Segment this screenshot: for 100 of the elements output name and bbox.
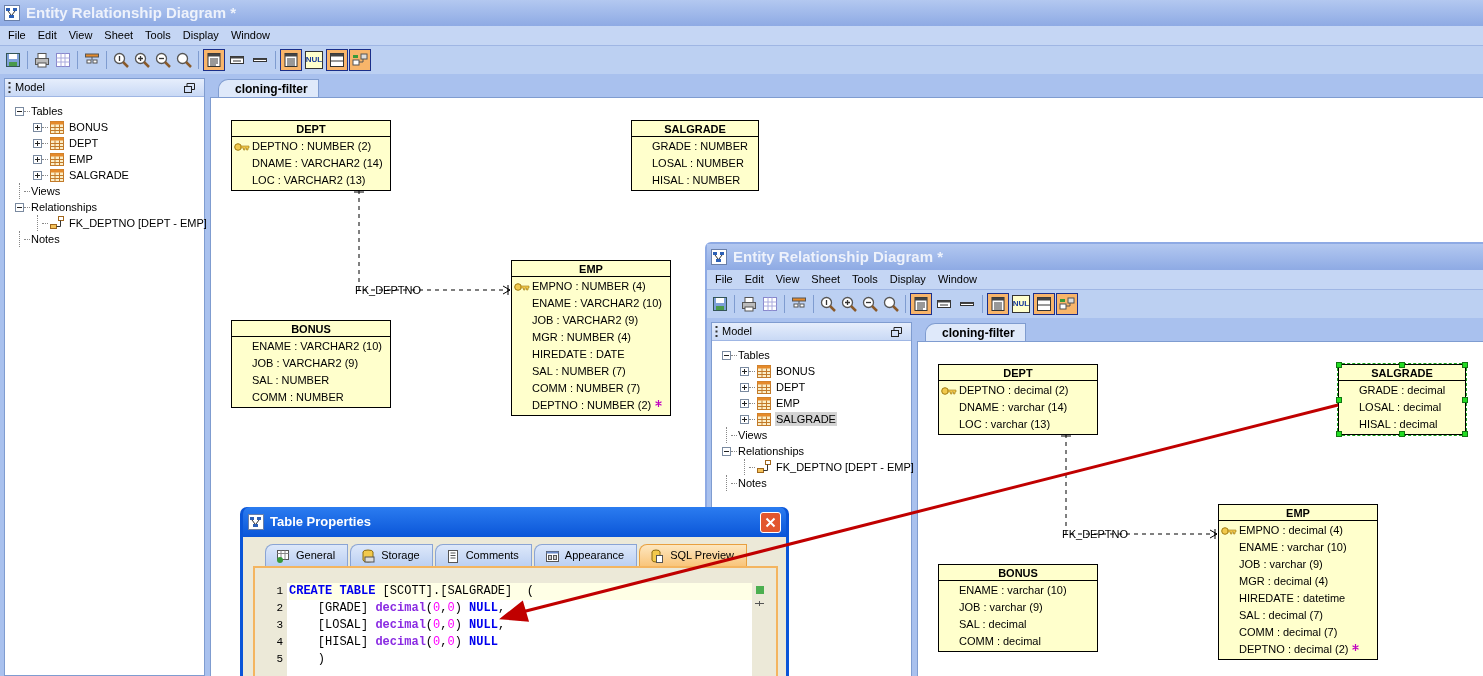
- grid-icon[interactable]: [53, 50, 73, 70]
- save-icon[interactable]: [710, 294, 730, 314]
- grip-icon[interactable]: [8, 82, 11, 93]
- tree-item[interactable]: Notes: [30, 232, 61, 246]
- tree-item[interactable]: EMP: [68, 152, 94, 166]
- menu-item[interactable]: Display: [176, 27, 225, 44]
- dialog-tab[interactable]: SQL Preview: [639, 544, 747, 566]
- tree-item[interactable]: Tables: [30, 104, 64, 118]
- menu-item[interactable]: Sheet: [98, 27, 140, 44]
- relationship-line[interactable]: [353, 189, 511, 296]
- relationship-line[interactable]: [1060, 433, 1218, 540]
- resize-handle[interactable]: [1399, 431, 1405, 437]
- menu-item[interactable]: Window: [224, 27, 276, 44]
- entity-table[interactable]: SALGRADE GRADE : decimal LOSAL : decimal HISAL : decimal: [1338, 364, 1466, 435]
- split-icon[interactable]: [755, 601, 764, 606]
- entity-table[interactable]: BONUS ENAME : varchar (10) JOB : varchar (9) SAL : decimal COMM : decimal: [938, 564, 1098, 652]
- tree-item[interactable]: Views: [30, 184, 62, 198]
- menu-item[interactable]: Window: [931, 271, 983, 288]
- collapse-icon[interactable]: [722, 446, 731, 456]
- collapse-icon[interactable]: [722, 350, 731, 360]
- expand-icon[interactable]: [33, 138, 42, 148]
- tree-item[interactable]: DEPT: [775, 380, 807, 394]
- tree-item[interactable]: Notes: [737, 476, 768, 490]
- tree-item[interactable]: Views: [737, 428, 769, 442]
- zoom-actual-icon[interactable]: [111, 50, 131, 70]
- resize-handle[interactable]: [1462, 362, 1468, 368]
- display-toggle[interactable]: [280, 49, 302, 71]
- resize-handle[interactable]: [1336, 431, 1342, 437]
- resize-handle[interactable]: [1336, 362, 1342, 368]
- save-icon[interactable]: [3, 50, 23, 70]
- tree-item[interactable]: SALGRADE: [775, 412, 837, 426]
- menu-item[interactable]: View: [769, 271, 806, 288]
- restore-icon[interactable]: [891, 326, 902, 337]
- collapse-icon[interactable]: [15, 106, 24, 116]
- display-toggle[interactable]: [326, 49, 348, 71]
- zoom-fit-icon[interactable]: [174, 50, 194, 70]
- tree-item[interactable]: DEPT: [68, 136, 100, 150]
- menu-item[interactable]: Edit: [738, 271, 770, 288]
- menu-item[interactable]: Tools: [139, 27, 177, 44]
- expand-icon[interactable]: [740, 398, 749, 408]
- tree-item[interactable]: FK_DEPTNO [DEPT - EMP]: [775, 460, 915, 474]
- sheet-tab[interactable]: cloning-filter: [218, 79, 319, 97]
- resize-handle[interactable]: [1462, 396, 1468, 403]
- null-display-toggle[interactable]: NUL: [303, 49, 325, 71]
- display-toggle[interactable]: [1056, 293, 1078, 315]
- entity-table[interactable]: DEPT DEPTNO : decimal (2) DNAME : varchar (14) LOC : varchar (13): [938, 364, 1098, 435]
- entity-table[interactable]: EMP EMPNO : NUMBER (4) ENAME : VARCHAR2 (10) JOB : VARCHAR2 (9) MGR : NUMBER (4) HIREDATE : DATE SAL : NUMBER (7) COMM : NUMBER (7) DEPTNO : NUMBER (2): [511, 260, 671, 416]
- tree-item[interactable]: Relationships: [737, 444, 806, 458]
- zoom-actual-icon[interactable]: [818, 294, 838, 314]
- dialog-tab[interactable]: General: [265, 544, 349, 566]
- tree-item[interactable]: BONUS: [68, 120, 110, 134]
- resize-handle[interactable]: [1336, 396, 1342, 403]
- tree-item[interactable]: BONUS: [775, 364, 817, 378]
- null-display-toggle[interactable]: NUL: [1010, 293, 1032, 315]
- entity-table[interactable]: SALGRADE GRADE : NUMBER LOSAL : NUMBER HISAL : NUMBER: [631, 120, 759, 191]
- dialog-tab[interactable]: Appearance: [533, 544, 638, 566]
- zoom-fit-icon[interactable]: [881, 294, 901, 314]
- close-button[interactable]: [760, 511, 781, 533]
- entity-table[interactable]: DEPT DEPTNO : NUMBER (2) DNAME : VARCHAR2 (14) LOC : VARCHAR2 (13): [231, 120, 391, 191]
- dialog-tab[interactable]: Comments: [434, 544, 532, 566]
- display-toggle[interactable]: [910, 293, 932, 315]
- sheet-tab[interactable]: cloning-filter: [925, 323, 1026, 341]
- zoom-in-icon[interactable]: [839, 294, 859, 314]
- tree-item[interactable]: Tables: [737, 348, 771, 362]
- menu-item[interactable]: Edit: [31, 27, 63, 44]
- expand-icon[interactable]: [740, 366, 749, 376]
- menu-item[interactable]: View: [62, 27, 99, 44]
- diagram-app-icon: [248, 514, 264, 530]
- tree-item[interactable]: EMP: [775, 396, 801, 410]
- dialog-tab[interactable]: Storage: [350, 544, 433, 566]
- tree-item[interactable]: SALGRADE: [68, 168, 130, 182]
- menu-item[interactable]: File: [2, 27, 32, 44]
- display-toggle[interactable]: [1033, 293, 1055, 315]
- entity-table[interactable]: EMP EMPNO : decimal (4) ENAME : varchar (10) JOB : varchar (9) MGR : decimal (4) HIREDATE : datetime SAL : decimal (7) COMM : decimal (7) DEPTNO : decimal (2): [1218, 504, 1378, 660]
- collapse-icon[interactable]: [15, 202, 24, 212]
- expand-icon[interactable]: [740, 414, 749, 424]
- expand-icon[interactable]: [33, 122, 42, 132]
- resize-handle[interactable]: [1462, 431, 1468, 437]
- zoom-out-icon[interactable]: [153, 50, 173, 70]
- expand-icon[interactable]: [33, 154, 42, 164]
- grid-icon[interactable]: [760, 294, 780, 314]
- menu-item[interactable]: Sheet: [805, 271, 847, 288]
- expand-icon[interactable]: [740, 382, 749, 392]
- grip-icon[interactable]: [715, 326, 718, 337]
- menu-item[interactable]: Tools: [846, 271, 884, 288]
- expand-icon[interactable]: [33, 170, 42, 180]
- printer-icon[interactable]: [32, 50, 52, 70]
- zoom-out-icon[interactable]: [860, 294, 880, 314]
- display-toggle[interactable]: [987, 293, 1009, 315]
- printer-icon[interactable]: [739, 294, 759, 314]
- restore-icon[interactable]: [184, 82, 195, 93]
- tree-item[interactable]: FK_DEPTNO [DEPT - EMP]: [68, 216, 208, 230]
- display-toggle[interactable]: [203, 49, 225, 71]
- display-toggle[interactable]: [349, 49, 371, 71]
- zoom-in-icon[interactable]: [132, 50, 152, 70]
- tree-item[interactable]: Relationships: [30, 200, 99, 214]
- entity-table[interactable]: BONUS ENAME : VARCHAR2 (10) JOB : VARCHAR2 (9) SAL : NUMBER COMM : NUMBER: [231, 320, 391, 408]
- menu-item[interactable]: File: [709, 271, 739, 288]
- resize-handle[interactable]: [1399, 362, 1405, 368]
- menu-item[interactable]: Display: [883, 271, 932, 288]
